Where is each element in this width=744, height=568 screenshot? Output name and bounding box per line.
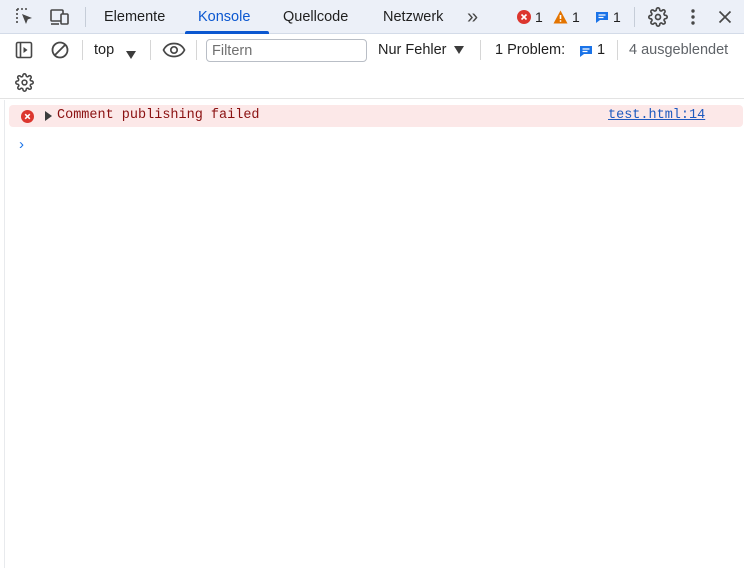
expand-triangle-icon[interactable] [45,111,52,121]
tab-elemente[interactable]: Elemente [104,0,165,34]
issues-count: 1 [597,42,606,58]
devtools-tabbar: Elemente Konsole Quellcode Netzwerk » 1 … [0,0,744,34]
info-count: 1 [613,9,621,25]
warning-count: 1 [572,9,580,25]
close-icon[interactable] [715,7,735,27]
console-gutter [4,100,5,568]
clear-console-icon[interactable] [50,40,70,60]
console-message-source-link[interactable]: test.html:14 [608,108,705,123]
settings-icon[interactable] [647,7,669,27]
hidden-messages-count: 4 ausgeblendet [629,42,729,58]
dropdown-arrow-icon [453,46,464,54]
console-prompt[interactable]: › [19,136,24,153]
log-level-label: Nur Fehler [378,42,447,58]
console-output[interactable] [0,100,744,568]
tab-netzwerk[interactable]: Netzwerk [383,0,443,34]
active-tab-indicator [185,31,269,34]
kebab-menu-icon[interactable] [684,7,702,27]
error-count: 1 [535,9,543,25]
toolbar-separator [82,40,83,60]
warning-icon [553,10,568,24]
tabbar-separator [85,7,86,27]
console-message-text[interactable]: Comment publishing failed [57,108,260,123]
sidebar-toggle-icon[interactable] [14,40,34,60]
tab-quellcode[interactable]: Quellcode [283,0,348,34]
filter-input[interactable] [206,39,367,62]
error-icon [517,10,531,24]
dropdown-arrow-icon[interactable] [126,46,136,62]
error-count-badge[interactable]: 1 [517,9,543,25]
issues-button[interactable]: 1 Problem: [495,42,565,58]
info-count-badge[interactable]: 1 [595,9,621,25]
info-icon [578,43,594,59]
device-toolbar-icon[interactable] [49,7,71,27]
more-tabs-icon[interactable]: » [467,0,478,34]
console-settings-icon[interactable] [14,72,34,92]
inspect-element-icon[interactable] [14,7,36,27]
console-toolbar-row2 [0,65,744,99]
tab-konsole[interactable]: Konsole [198,0,250,34]
context-selector[interactable]: top [94,42,114,58]
toolbar-separator [480,40,481,60]
toolbar-separator [196,40,197,60]
error-icon [20,109,34,123]
info-icon [596,12,608,23]
eye-icon[interactable] [161,40,187,60]
toolbar-separator [617,40,618,60]
tabbar-separator [634,7,635,27]
warning-count-badge[interactable]: 1 [553,9,580,25]
log-level-dropdown[interactable]: Nur Fehler [378,42,464,58]
toolbar-separator [150,40,151,60]
